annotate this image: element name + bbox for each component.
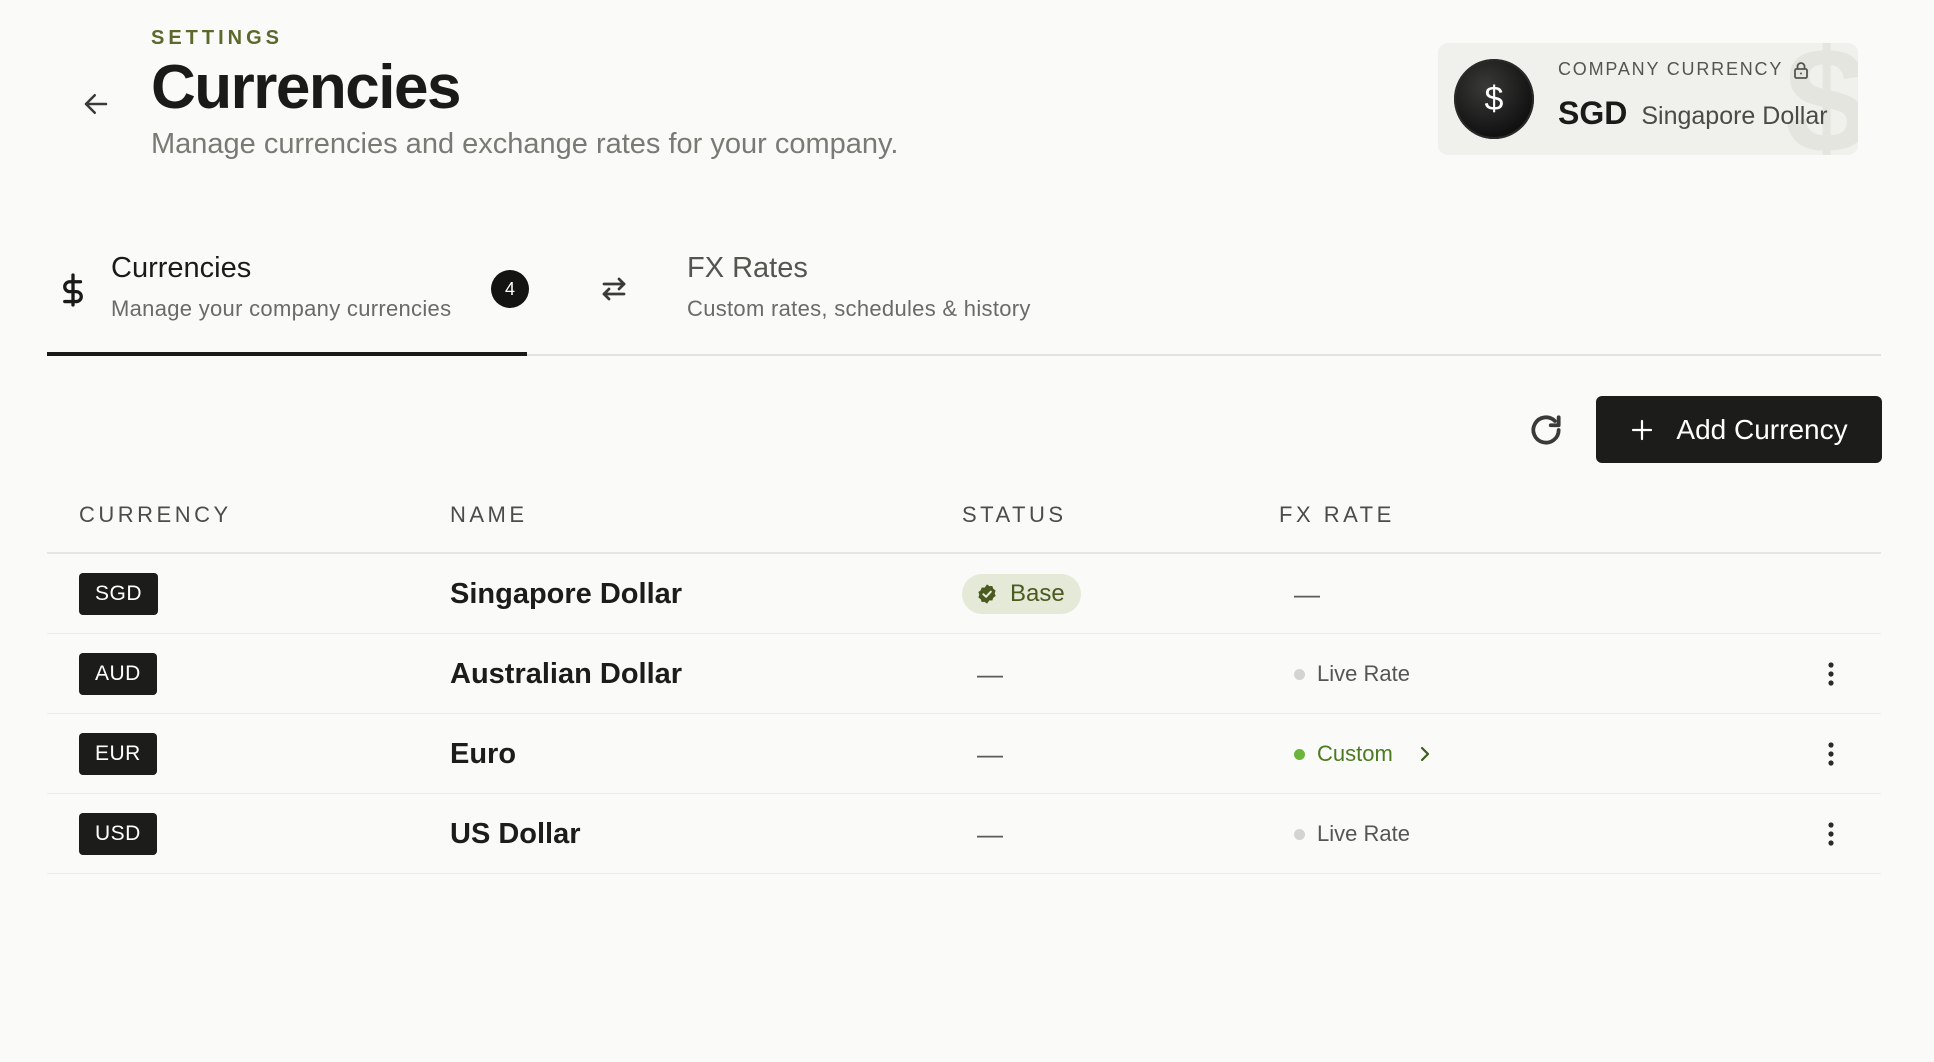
column-header-currency: CURRENCY xyxy=(79,502,232,527)
lock-icon xyxy=(1794,61,1809,79)
live-rate-dot-icon xyxy=(1294,668,1305,680)
currency-count-badge: 4 xyxy=(491,270,529,308)
row-actions-button[interactable] xyxy=(1811,734,1851,774)
chevron-right-icon xyxy=(1420,746,1429,762)
table-row: SGD Singapore Dollar Base — xyxy=(47,554,1881,634)
more-vertical-icon xyxy=(1828,742,1834,766)
status-badge: Base xyxy=(962,574,1081,614)
company-currency-label: COMPANY CURRENCY xyxy=(1558,59,1809,80)
live-rate-dot-icon xyxy=(1294,828,1305,840)
custom-rate-dot-icon xyxy=(1294,748,1305,760)
status-cell: — xyxy=(977,794,1003,874)
table-row: EUR Euro — Custom xyxy=(47,714,1881,794)
table-row: AUD Australian Dollar — Live Rate xyxy=(47,634,1881,714)
currency-coin-icon: $ xyxy=(1454,59,1534,139)
currency-code-cell: EUR xyxy=(79,714,157,794)
currency-code-cell: USD xyxy=(79,794,157,874)
fx-rate-label: Live Rate xyxy=(1317,661,1410,686)
more-vertical-icon xyxy=(1828,822,1834,846)
add-currency-button[interactable]: Add Currency xyxy=(1596,396,1882,463)
add-currency-label: Add Currency xyxy=(1676,413,1848,445)
tab-currencies-title: Currencies xyxy=(111,252,252,284)
currency-name: US Dollar xyxy=(450,817,581,850)
company-currency-code: SGD xyxy=(1558,95,1628,131)
table-row: USD US Dollar — Live Rate xyxy=(47,794,1881,874)
company-currency-label-text: COMPANY CURRENCY xyxy=(1558,59,1784,79)
currency-name: Australian Dollar xyxy=(450,657,683,690)
more-vertical-icon xyxy=(1828,662,1834,686)
custom-rate-link[interactable]: Custom xyxy=(1294,714,1431,794)
currency-code-cell: AUD xyxy=(79,634,157,714)
fx-rate-cell: Live Rate xyxy=(1294,634,1410,714)
row-actions-button[interactable] xyxy=(1811,814,1851,854)
company-currency-value: SGD Singapore Dollar xyxy=(1558,95,1828,132)
page-eyebrow: SETTINGS xyxy=(151,27,284,49)
page-title: Currencies xyxy=(151,53,461,122)
status-cell: Base xyxy=(962,554,1081,634)
column-header-name: NAME xyxy=(450,502,528,527)
tab-bar: Currencies Manage your company currencie… xyxy=(47,240,1881,356)
fx-rate-cell: Live Rate xyxy=(1294,794,1410,874)
tab-fx-rates-title: FX Rates xyxy=(687,252,808,284)
currency-name: Singapore Dollar xyxy=(450,577,683,610)
company-currency-card: $ $ COMPANY CURRENCY SGD Singapore Dolla… xyxy=(1438,43,1858,155)
swap-arrows-icon xyxy=(602,277,626,301)
status-empty: — xyxy=(977,738,1003,769)
status-empty: — xyxy=(977,658,1003,689)
refresh-button[interactable] xyxy=(1524,408,1568,452)
verified-check-icon xyxy=(978,584,996,604)
fx-rate-cell: — xyxy=(1294,554,1320,634)
page-subtitle: Manage currencies and exchange rates for… xyxy=(151,128,899,160)
column-header-fx-rate: FX RATE xyxy=(1279,502,1395,527)
currency-name: Euro xyxy=(450,737,517,770)
status-empty: — xyxy=(977,818,1003,849)
status-cell: — xyxy=(977,714,1003,794)
refresh-icon xyxy=(1531,415,1561,445)
currencies-table: CURRENCY NAME STATUS FX RATE SGD Singapo… xyxy=(47,486,1881,874)
row-actions-button[interactable] xyxy=(1811,654,1851,694)
fx-rate-label: Custom xyxy=(1317,741,1393,766)
tab-currencies[interactable]: Currencies Manage your company currencie… xyxy=(47,240,529,356)
table-header: CURRENCY NAME STATUS FX RATE xyxy=(47,486,1881,554)
currency-symbol: $ xyxy=(1484,79,1504,118)
column-header-status: STATUS xyxy=(962,502,1067,527)
page-header: SETTINGS Currencies Manage currencies an… xyxy=(151,26,898,162)
currency-code-cell: SGD xyxy=(79,554,159,634)
plus-icon xyxy=(1632,419,1653,440)
tab-fx-rates-description: Custom rates, schedules & history xyxy=(687,296,1031,321)
tab-currencies-description: Manage your company currencies xyxy=(111,296,452,321)
company-currency-name: Singapore Dollar xyxy=(1641,102,1828,130)
back-button[interactable] xyxy=(76,84,116,124)
tab-fx-rates[interactable]: FX Rates Custom rates, schedules & histo… xyxy=(567,240,1087,356)
currency-code-badge: AUD xyxy=(79,653,157,695)
currency-code-badge: USD xyxy=(79,813,157,855)
arrow-left-icon xyxy=(84,94,108,114)
dollar-icon xyxy=(63,273,83,307)
fx-rate-label: Live Rate xyxy=(1317,821,1410,846)
currency-code-badge: SGD xyxy=(79,573,159,615)
status-badge-label: Base xyxy=(1010,580,1065,607)
currency-code-badge: EUR xyxy=(79,733,157,775)
fx-rate-empty: — xyxy=(1294,578,1320,609)
status-cell: — xyxy=(977,634,1003,714)
